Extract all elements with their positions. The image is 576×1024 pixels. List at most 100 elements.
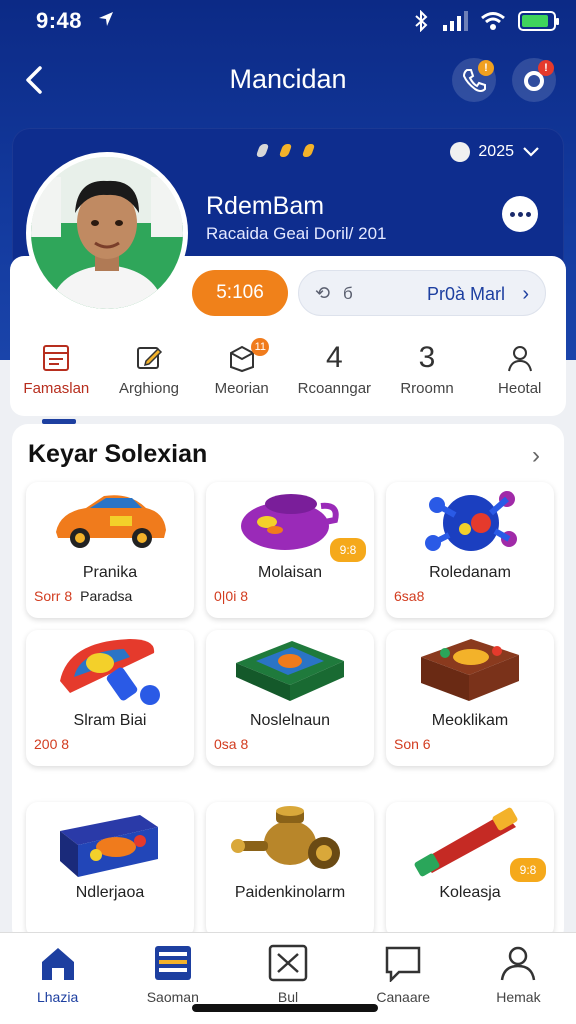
product-name: Slram Biai <box>73 712 147 729</box>
location-arrow-icon <box>99 12 113 26</box>
x-box-icon <box>268 944 308 982</box>
toy-gun-icon <box>60 639 160 705</box>
nav-home[interactable]: Lhazia <box>0 933 115 1024</box>
tab-label: Rcoanngar <box>297 380 372 397</box>
active-tab-indicator <box>42 419 76 424</box>
product-card[interactable]: 9:8 Koleasja <box>386 802 554 938</box>
chat-icon <box>385 946 421 982</box>
product-price: 0sa 8 <box>214 736 249 752</box>
dot-1 <box>255 144 270 157</box>
brass-engine-icon <box>231 806 340 869</box>
product-card[interactable]: Meoklikam Son 6 <box>386 630 554 766</box>
list-icon <box>154 946 191 980</box>
person-icon <box>501 946 536 981</box>
nav-label: Hemak <box>496 989 541 1005</box>
year-selector[interactable]: 2025 <box>450 142 540 162</box>
signal-icon <box>443 11 468 31</box>
dot-2 <box>278 144 293 157</box>
product-price: 0|0i 8 <box>214 588 248 604</box>
number-4-icon: 4 <box>326 341 343 374</box>
product-name: Pranika <box>82 564 138 581</box>
product-name: Meoklikam <box>431 712 509 729</box>
call-badge: ! <box>478 60 494 76</box>
tab-label: Meorian <box>214 380 269 397</box>
profile-name: RdemBam <box>206 192 325 220</box>
product-card[interactable]: Ndlerjaoa <box>26 802 194 938</box>
year-value: 2025 <box>478 143 514 160</box>
tab-arghiong[interactable]: Arghiong <box>103 340 196 404</box>
page-dots <box>255 144 316 157</box>
status-bar: 9:48 <box>0 0 576 44</box>
tab-heotal[interactable]: Heotal <box>473 340 566 404</box>
refresh-icon: ⟲ <box>315 283 331 303</box>
status-time: 9:48 <box>36 8 83 33</box>
product-price: 6sa8 <box>394 588 425 604</box>
section-title: Keyar Solexian <box>28 440 208 468</box>
promo-code: б <box>343 284 353 303</box>
product-price: 200 8 <box>34 736 70 752</box>
product-card[interactable]: Paidenkinolarm <box>206 802 374 938</box>
bluetooth-icon <box>415 10 428 32</box>
product-name: Paidenkinolarm <box>234 884 346 901</box>
product-name: Molaisan <box>257 564 323 581</box>
nav-label: Bul <box>277 989 299 1005</box>
document-icon <box>43 345 70 371</box>
product-price: Sorr 8 Paradsa <box>34 588 133 604</box>
tab-label: Famaslan <box>23 380 90 397</box>
product-name: Roledanam <box>429 564 511 581</box>
person-icon <box>507 346 532 372</box>
tab-famaslan[interactable]: Famaslan <box>10 340 103 424</box>
product-badge: 9:8 <box>510 858 546 882</box>
green-board-icon <box>236 641 344 701</box>
promo-button[interactable]: ⟲ б Pr0à Marl › <box>298 270 546 316</box>
tab-label: Heotal <box>498 380 542 397</box>
points-button[interactable]: 5:106 <box>192 270 288 316</box>
year-dot-icon <box>450 142 471 162</box>
purple-pot-icon <box>241 494 339 550</box>
product-card[interactable]: 9:8 Molaisan 0|0i 8 <box>206 482 374 618</box>
nav-hemak[interactable]: Hemak <box>461 933 576 1024</box>
edit-icon <box>137 347 163 369</box>
battery-icon <box>518 11 559 31</box>
race-car-icon <box>56 495 166 548</box>
chevron-right-icon[interactable]: › <box>532 442 540 470</box>
game-box-icon <box>60 815 158 877</box>
product-price: Son 6 <box>394 736 431 752</box>
notification-button[interactable]: ! <box>512 58 556 102</box>
product-card[interactable]: Slram Biai 200 8 <box>26 630 194 766</box>
chevron-right-icon: › <box>522 283 529 305</box>
number-3-icon: 3 <box>418 341 436 374</box>
product-name: Ndlerjaoa <box>75 884 145 901</box>
product-name: Noslelnaun <box>249 712 331 729</box>
product-card[interactable]: Noslelnaun 0sa 8 <box>206 630 374 766</box>
product-badge: 9:8 <box>330 538 366 562</box>
promo-label: Pr0à Marl <box>426 284 505 304</box>
product-section: Keyar Solexian › Pranika Sorr 8 Paradsa 9… <box>12 424 564 944</box>
nav-label: Canaare <box>376 989 431 1005</box>
profile-subtitle: Racaida Geai Doril/ 201 <box>206 224 387 243</box>
wifi-icon <box>481 12 505 30</box>
home-icon <box>41 948 74 980</box>
tab-meorian[interactable]: 11 Meorian <box>195 338 288 404</box>
product-card[interactable]: Roledanam 6sa8 <box>386 482 554 618</box>
dot-3 <box>301 144 316 157</box>
avatar <box>26 152 188 314</box>
tab-label: Rroomn <box>400 380 454 397</box>
call-button[interactable]: ! <box>452 58 496 102</box>
chevron-down-icon <box>523 147 539 157</box>
nav-label: Lhazia <box>36 989 79 1005</box>
tab-label: Arghiong <box>118 380 180 397</box>
top-navigation: Mancidan ! ! <box>0 52 576 108</box>
product-card[interactable]: Pranika Sorr 8 Paradsa <box>26 482 194 618</box>
tab-rroomn[interactable]: 3 Rroomn <box>381 340 474 404</box>
tab-rcoanngar[interactable]: 4 Rcoanngar <box>288 340 381 404</box>
product-name: Koleasja <box>439 884 501 901</box>
tab-bar: Famaslan Arghiong 11 Meorian 4 Rcoanngar… <box>10 338 566 424</box>
avatar-portrait-icon <box>31 157 183 309</box>
more-options-button[interactable] <box>502 196 538 232</box>
brown-box-icon <box>421 639 519 701</box>
status-icons <box>412 10 559 32</box>
product-subtitle: Paradsa <box>80 588 133 604</box>
home-indicator <box>192 1004 378 1012</box>
notification-badge: ! <box>538 60 554 76</box>
